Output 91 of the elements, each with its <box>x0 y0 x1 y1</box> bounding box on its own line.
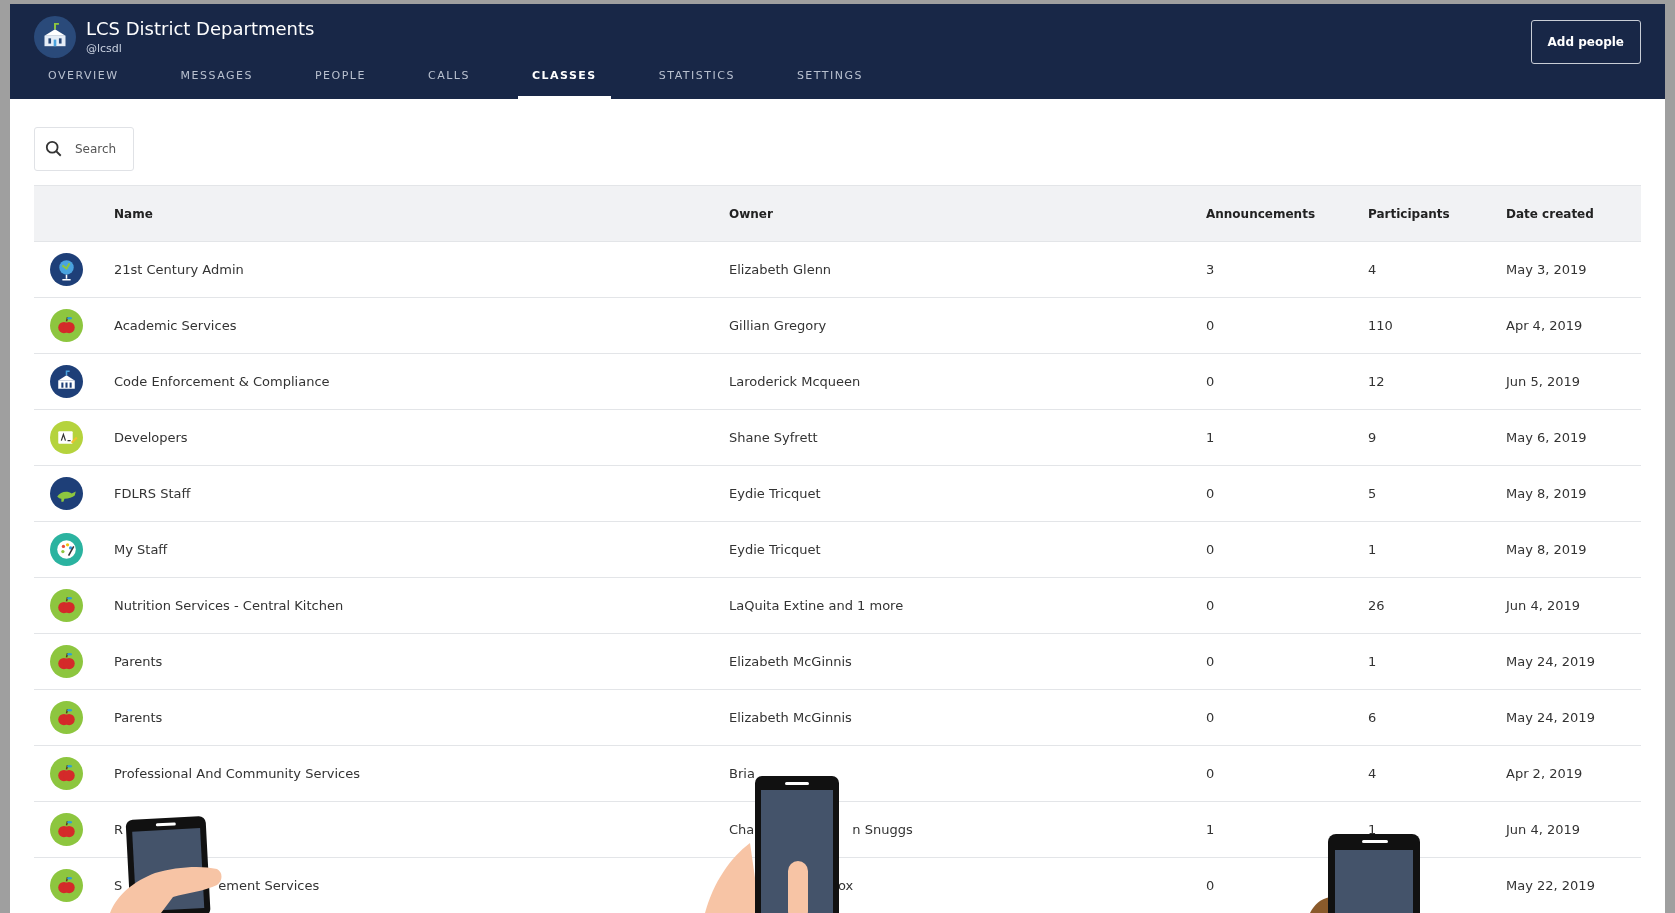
apple-icon <box>50 813 83 846</box>
table-cell-text: 1 <box>1368 820 1377 839</box>
globe-icon <box>50 253 83 286</box>
table-cell-text: LaQuita Extine and 1 more <box>729 596 904 615</box>
table-cell-text: R <box>114 820 124 839</box>
table-cell-text: Gillian Gregory <box>729 316 827 335</box>
table-cell-text: 0 <box>1206 764 1215 783</box>
table-cell-text: Jun 5, 2019 <box>1506 372 1581 391</box>
table-cell-text: My Staff <box>114 540 168 559</box>
table-cell-text: Eydie Tricquet <box>729 540 821 559</box>
search-field[interactable]: Search <box>34 127 134 171</box>
table-cell-text: May 3, 2019 <box>1506 260 1587 279</box>
table-cell-text: Bria <box>729 764 755 783</box>
table-cell-text: 0 <box>1206 484 1215 503</box>
table-cell-text: Nutrition Services - Central Kitchen <box>114 596 344 615</box>
table-cell-text: May 8, 2019 <box>1506 484 1587 503</box>
column-header: Participants <box>1368 206 1450 221</box>
nav-tab[interactable]: OVERVIEW <box>34 67 133 99</box>
table-cell-text: Elizabeth Glenn <box>729 260 832 279</box>
table-cell-text: 21st Century Admin <box>114 260 244 279</box>
table-cell-text: 4 <box>1368 260 1377 279</box>
table-cell-text: ement Services <box>218 876 320 895</box>
table-cell-text: Academic Services <box>114 316 237 335</box>
nav-tab[interactable]: MESSAGES <box>166 67 267 99</box>
table-cell-text: Professional And Community Services <box>114 764 360 783</box>
nav-tab[interactable]: STATISTICS <box>644 67 749 99</box>
table-cell-text: 26 <box>1368 596 1385 615</box>
table-cell-text: May 24, 2019 <box>1506 652 1595 671</box>
table-cell-text: FDLRS Staff <box>114 484 191 503</box>
table-cell-text: 1 <box>1368 540 1377 559</box>
table-cell-text: May 24, 2019 <box>1506 708 1595 727</box>
nav-tab[interactable]: PEOPLE <box>301 67 380 99</box>
add-people-button[interactable]: Add people <box>1530 20 1641 64</box>
column-header: Announcements <box>1206 206 1316 221</box>
table-cell-text: 6 <box>1368 708 1377 727</box>
apple-icon <box>50 309 83 342</box>
table-cell-text: Elizabeth McGinnis <box>729 708 852 727</box>
table-cell-text: Apr 4, 2019 <box>1506 316 1583 335</box>
school-building-icon <box>50 365 83 398</box>
table-cell-text: 110 <box>1368 316 1393 335</box>
table-cell-text: May 22, 2019 <box>1506 876 1595 895</box>
table-cell-text: Parents <box>114 652 163 671</box>
table-cell-text: 0 <box>1206 596 1215 615</box>
nav-tab[interactable]: CLASSES <box>517 67 611 99</box>
column-header: Owner <box>729 206 773 221</box>
school-logo-icon <box>34 16 76 58</box>
table-cell-text: Apr 2, 2019 <box>1506 764 1583 783</box>
table-cell-text: 0 <box>1206 652 1215 671</box>
table-cell-text: 1 <box>1206 428 1215 447</box>
table-cell-text: 12 <box>1368 372 1385 391</box>
table-cell-text: 1 <box>1206 820 1215 839</box>
table-cell-text: n Snuggs <box>852 820 913 839</box>
dinosaur-icon <box>50 477 83 510</box>
table-cell-text: 1 <box>1368 652 1377 671</box>
apple-icon <box>50 869 83 902</box>
table-cell-text: Elizabeth McGinnis <box>729 652 852 671</box>
table-cell-text: 3 <box>1206 260 1215 279</box>
table-cell-text: May 8, 2019 <box>1506 540 1587 559</box>
table-cell-text: Code Enforcement & Compliance <box>114 372 330 391</box>
apple-icon <box>50 757 83 790</box>
column-header: Name <box>114 206 153 221</box>
table-cell-text: Developers <box>114 428 188 447</box>
column-header: Date created <box>1506 206 1594 221</box>
table-cell-text: 0 <box>1206 540 1215 559</box>
table-cell-text: 0 <box>1206 876 1215 895</box>
nav-tab[interactable]: CALLS <box>413 67 484 99</box>
nav-tab[interactable]: SETTINGS <box>782 67 878 99</box>
table-cell-text: Cha <box>729 820 755 839</box>
table-cell-text: Shane Syfrett <box>729 428 818 447</box>
group-handle: @lcsdl <box>86 40 123 57</box>
table-cell-text: May 6, 2019 <box>1506 428 1587 447</box>
table-cell-text: Parents <box>114 708 163 727</box>
table-cell-text: Jun 4, 2019 <box>1506 596 1581 615</box>
table-cell-text: S <box>114 876 123 895</box>
search-icon <box>45 140 63 158</box>
table-cell-text: 0 <box>1206 708 1215 727</box>
table-cell-text: 4 <box>1368 764 1377 783</box>
table-cell-text: Jun 4, 2019 <box>1506 820 1581 839</box>
table-cell-text: 5 <box>1368 484 1377 503</box>
table-cell-text: Eydie Tricquet <box>729 484 821 503</box>
palette-icon <box>50 533 83 566</box>
table-cell-text: ox <box>838 876 854 895</box>
table-cell-text: Laroderick Mcqueen <box>729 372 861 391</box>
table-cell-text: 0 <box>1206 372 1215 391</box>
table-cell-text: 0 <box>1206 316 1215 335</box>
apple-icon <box>50 589 83 622</box>
apple-icon <box>50 701 83 734</box>
letter-card-icon <box>50 421 83 454</box>
group-title: LCS District Departments <box>86 16 315 41</box>
apple-icon <box>50 645 83 678</box>
table-cell-text: 9 <box>1368 428 1377 447</box>
